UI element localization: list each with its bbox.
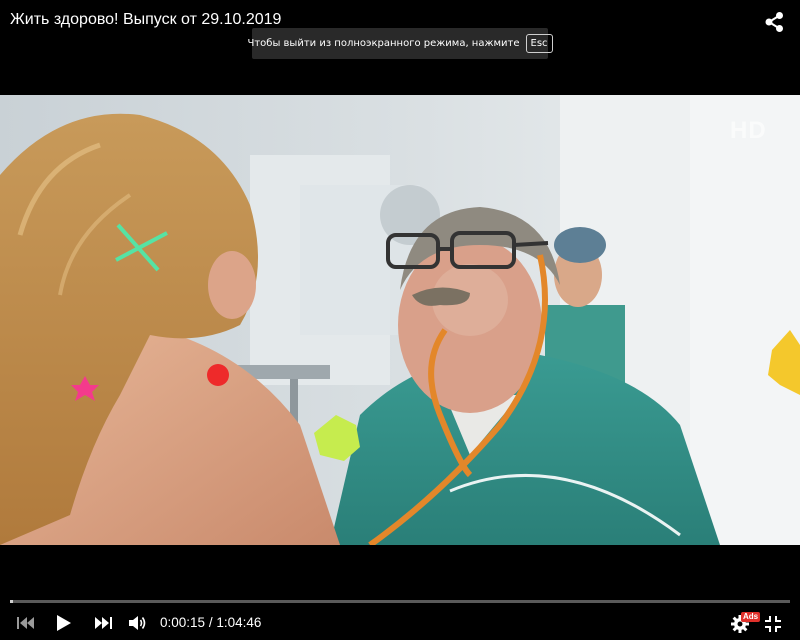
- volume-icon: [129, 616, 146, 630]
- skip-previous-icon: [17, 617, 34, 629]
- current-time: 0:00:15: [160, 615, 206, 630]
- share-button[interactable]: [763, 11, 785, 33]
- fullscreen-exit-notice: Чтобы выйти из полноэкранного режима, на…: [247, 28, 553, 59]
- skip-next-icon: [95, 617, 112, 629]
- video-frame[interactable]: HD: [0, 95, 800, 545]
- progress-played: [10, 600, 14, 603]
- exit-fullscreen-icon: [765, 616, 781, 632]
- play-icon: [57, 615, 71, 631]
- fullscreen-notice-text: Чтобы выйти из полноэкранного режима, на…: [247, 38, 520, 49]
- channel-logo: HD: [730, 117, 767, 144]
- previous-button[interactable]: [17, 616, 35, 630]
- player-controls: 0:00:15 / 1:04:46 Ads: [0, 610, 800, 638]
- next-button[interactable]: [94, 616, 112, 630]
- video-title: Жить здорово! Выпуск от 29.10.2019: [10, 11, 282, 28]
- volume-button[interactable]: [128, 614, 148, 632]
- esc-key-badge: Esc: [525, 34, 553, 53]
- exit-fullscreen-button[interactable]: [764, 615, 782, 633]
- total-duration: 1:04:46: [216, 615, 262, 630]
- progress-bar[interactable]: [10, 600, 790, 603]
- video-scene: [0, 95, 800, 545]
- share-icon: [765, 12, 783, 32]
- play-button[interactable]: [56, 614, 72, 632]
- ads-badge: Ads: [741, 612, 761, 622]
- time-separator: /: [208, 615, 213, 630]
- time-display: 0:00:15 / 1:04:46: [160, 615, 261, 630]
